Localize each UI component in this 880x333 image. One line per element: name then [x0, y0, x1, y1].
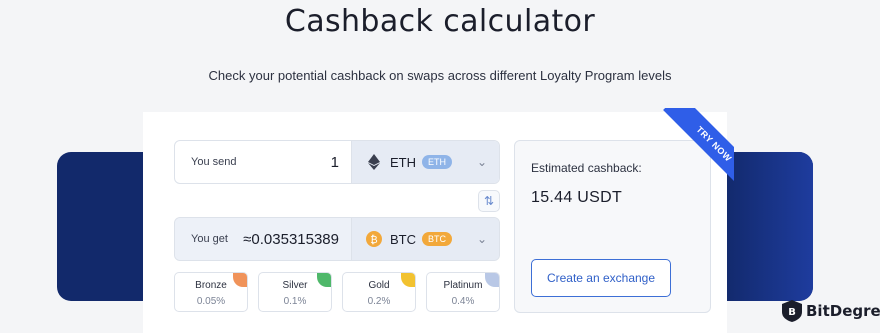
brand-logo: B BitDegree [782, 300, 880, 322]
send-row: You send 1 ETH ETH ⌄ [174, 140, 500, 184]
svg-text:B: B [788, 307, 796, 318]
get-output-area: You get ≈0.035315389 [175, 218, 351, 260]
estimate-label: Estimated cashback: [531, 161, 642, 175]
bitdegree-shield-icon: B [782, 300, 802, 322]
send-currency-badge: ETH [422, 155, 452, 169]
level-percent: 0.4% [451, 296, 475, 307]
send-currency-select[interactable]: ETH ETH ⌄ [351, 141, 499, 183]
level-gold[interactable]: Gold 0.2% [342, 272, 416, 312]
get-row: You get ≈0.035315389 ₿ BTC BTC ⌄ [174, 217, 500, 261]
chevron-down-icon: ⌄ [476, 232, 487, 246]
page-subtitle: Check your potential cashback on swaps a… [208, 68, 672, 83]
level-platinum[interactable]: Platinum 0.4% [426, 272, 500, 312]
get-amount-value: ≈0.035315389 [243, 230, 339, 248]
send-input-area[interactable]: You send 1 [175, 141, 351, 183]
level-percent: 0.1% [283, 296, 307, 307]
level-silver[interactable]: Silver 0.1% [258, 272, 332, 312]
ethereum-icon [366, 154, 382, 170]
get-currency-select[interactable]: ₿ BTC BTC ⌄ [351, 218, 499, 260]
get-currency-ticker: BTC [390, 231, 416, 247]
swap-icon: ⇅ [483, 194, 495, 208]
level-bronze[interactable]: Bronze 0.05% [174, 272, 248, 312]
send-amount-input[interactable]: 1 [331, 154, 339, 171]
create-exchange-button[interactable]: Create an exchange [531, 259, 671, 297]
send-currency-ticker: ETH [390, 154, 416, 170]
get-currency-badge: BTC [422, 232, 452, 246]
chevron-down-icon: ⌄ [476, 155, 487, 169]
try-now-ribbon[interactable]: TRY NOW [646, 108, 734, 196]
level-percent: 0.05% [196, 296, 226, 307]
send-label: You send [191, 156, 237, 168]
svg-text:₿: ₿ [370, 234, 377, 246]
bitcoin-icon: ₿ [366, 231, 382, 247]
loyalty-levels: Bronze 0.05% Silver 0.1% Gold 0.2% Plati… [174, 272, 500, 312]
estimate-amount: 15.44 USDT [531, 189, 623, 206]
page-title: Cashback calculator [284, 4, 596, 39]
swap-currencies-button[interactable]: ⇅ [478, 190, 500, 212]
level-percent: 0.2% [367, 296, 391, 307]
brand-name: BitDegree [806, 302, 880, 320]
get-label: You get [191, 233, 228, 245]
ribbon-label: TRY NOW [663, 108, 734, 195]
